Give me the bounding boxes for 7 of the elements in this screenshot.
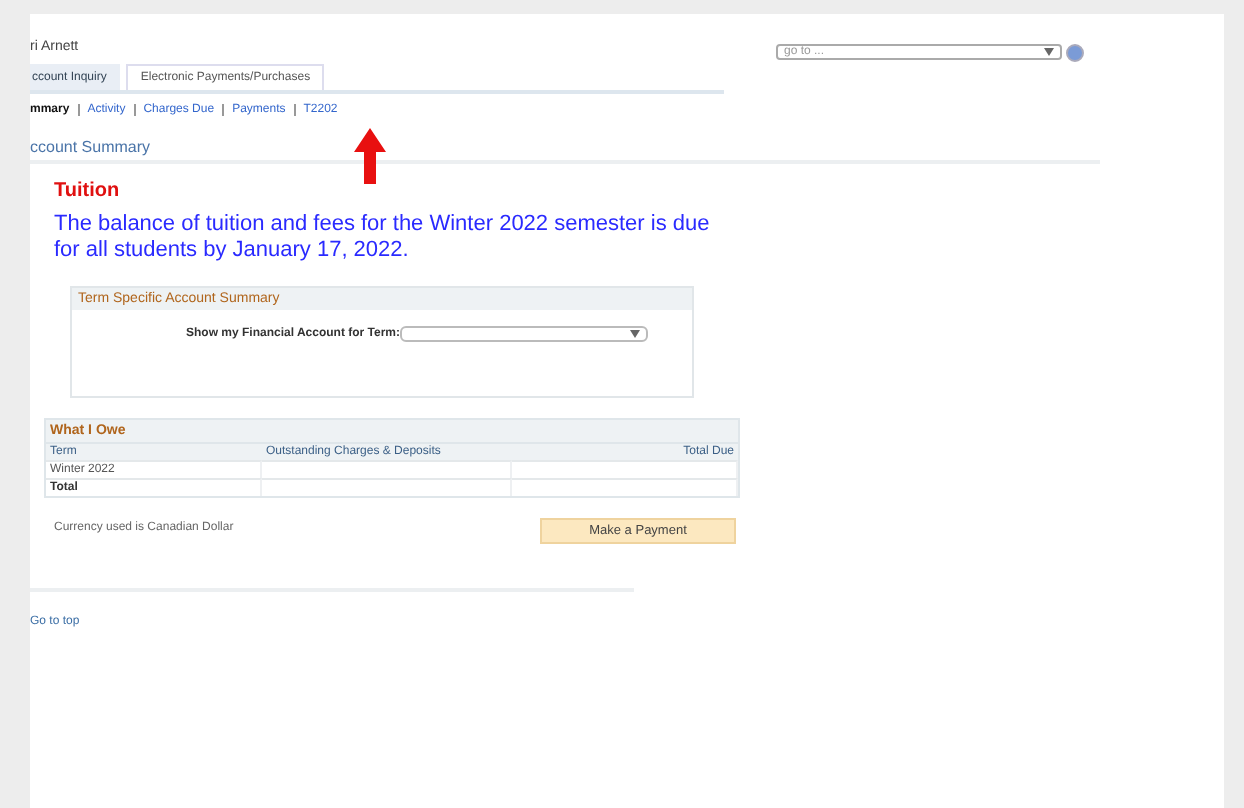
notice-text: The balance of tuition and fees for the Winter 2022 semester is due for all students by January 17, 2022. <box>54 212 712 264</box>
notice-title: Tuition <box>54 180 122 202</box>
arrow-icon <box>354 128 386 184</box>
term-dropdown[interactable] <box>400 326 648 342</box>
go-button[interactable] <box>1066 43 1084 61</box>
caret-icon <box>630 330 640 338</box>
caret-icon <box>1044 48 1054 56</box>
